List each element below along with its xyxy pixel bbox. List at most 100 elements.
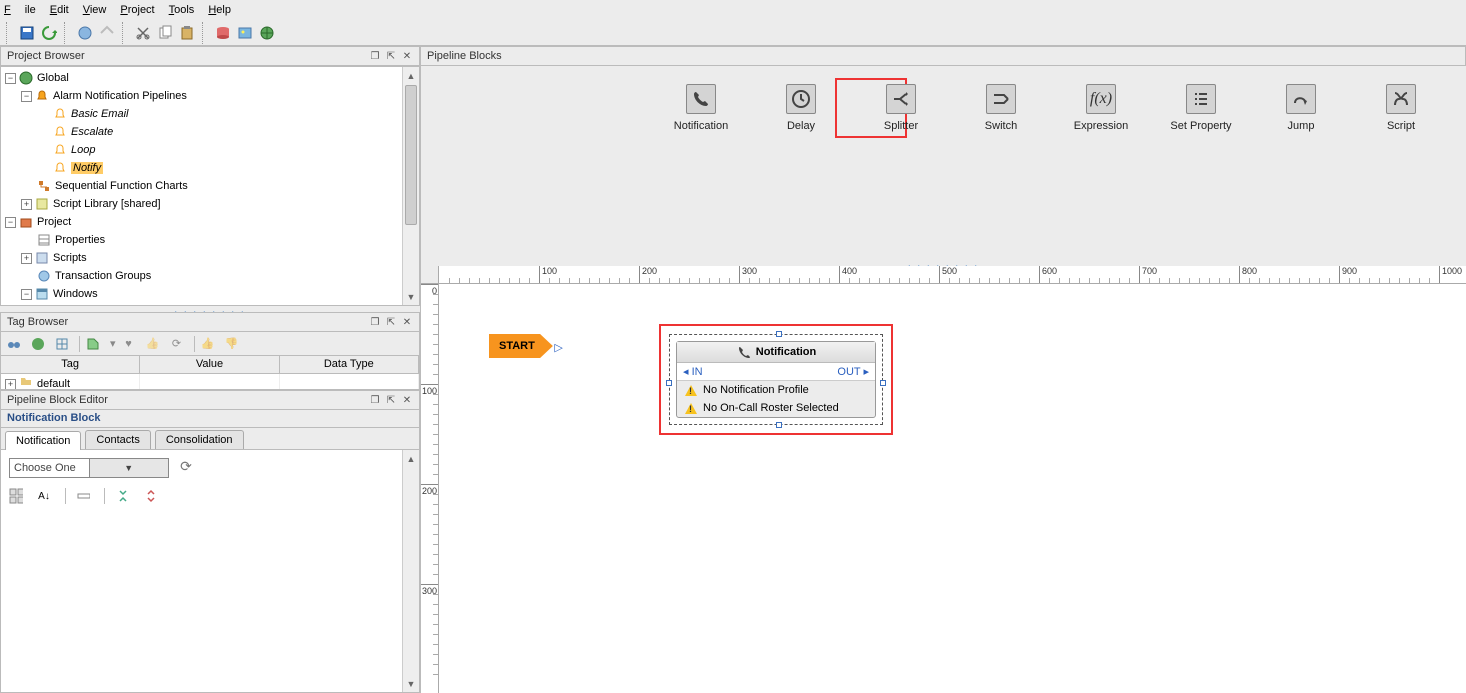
paste-icon[interactable] — [178, 24, 196, 42]
menu-help[interactable]: Help — [208, 4, 231, 16]
tree-node-escalate[interactable]: Escalate — [71, 126, 113, 138]
panel-restore-icon[interactable]: ❐ — [369, 394, 381, 406]
expand-all-icon[interactable] — [143, 489, 157, 503]
panel-restore-icon[interactable]: ❐ — [369, 316, 381, 328]
tree-node-project[interactable]: Project — [37, 216, 71, 228]
panel-close-icon[interactable]: ✕ — [401, 394, 413, 406]
globe-icon[interactable] — [31, 337, 45, 351]
tab-contacts[interactable]: Contacts — [85, 430, 150, 449]
tab-notification[interactable]: Notification — [5, 431, 81, 450]
profile-combo[interactable]: Choose One ▼ — [9, 458, 169, 478]
menu-file[interactable]: File — [4, 4, 36, 16]
scripts-icon — [35, 251, 49, 265]
panel-close-icon[interactable]: ✕ — [401, 50, 413, 62]
block-notification[interactable]: Notification — [666, 84, 736, 132]
thumbs-down-icon[interactable]: 👎 — [225, 337, 239, 351]
anchor-left[interactable] — [666, 380, 672, 386]
tree-node-sfc[interactable]: Sequential Function Charts — [55, 180, 188, 192]
menu-project[interactable]: Project — [120, 4, 154, 16]
block-delay[interactable]: Delay — [766, 84, 836, 132]
refresh-icon: ⟳ — [170, 337, 184, 351]
tree-collapse-icon[interactable]: − — [21, 91, 32, 102]
tag-browser-toolbar: ▾ ♥ 👍 ⟳ 👍 👎 — [0, 332, 420, 356]
block-jump[interactable]: Jump — [1266, 84, 1336, 132]
start-out-port[interactable]: ▷ — [554, 341, 562, 354]
expand-icon[interactable] — [76, 489, 90, 503]
block-set-property[interactable]: Set Property — [1166, 84, 1236, 132]
binoculars-icon[interactable] — [7, 337, 21, 351]
tree-collapse-icon[interactable]: − — [21, 289, 32, 300]
image-icon[interactable] — [236, 24, 254, 42]
start-block[interactable]: START ▷ — [489, 334, 553, 358]
ruler-horizontal: 1002003004005006007008009001000 — [439, 266, 1466, 284]
tag-add-icon[interactable] — [86, 337, 100, 351]
tag-default-label: default — [37, 378, 70, 389]
tree-node-tx-groups[interactable]: Transaction Groups — [55, 270, 151, 282]
project-browser-tree[interactable]: −Global −Alarm Notification Pipelines Ba… — [0, 66, 420, 306]
refresh-icon[interactable]: ⟳ — [180, 458, 192, 474]
preview-icon[interactable] — [76, 24, 94, 42]
grid-icon[interactable] — [55, 337, 69, 351]
script-icon — [35, 197, 49, 211]
design-canvas[interactable]: START ▷ Notificati — [439, 284, 1466, 693]
scroll-up-icon[interactable]: ▲ — [403, 450, 419, 467]
panel-restore-icon[interactable]: ❐ — [369, 50, 381, 62]
tree-expand-icon[interactable]: + — [21, 253, 32, 264]
block-script[interactable]: Script — [1366, 84, 1436, 132]
tree-node-loop[interactable]: Loop — [71, 144, 95, 156]
tree-node-global[interactable]: Global — [37, 72, 69, 84]
tree-expand-icon[interactable]: + — [21, 199, 32, 210]
tree-node-scripts[interactable]: Scripts — [53, 252, 87, 264]
tree-node-basic-email[interactable]: Basic Email — [71, 108, 128, 120]
panel-close-icon[interactable]: ✕ — [401, 316, 413, 328]
chevron-down-icon[interactable]: ▼ — [89, 459, 169, 477]
sort-az-icon[interactable]: A↓ — [37, 489, 51, 503]
collapse-all-icon[interactable] — [115, 489, 129, 503]
tree-node-notify[interactable]: Notify — [71, 162, 103, 174]
panel-pin-icon[interactable]: ⇱ — [385, 50, 397, 62]
col-datatype[interactable]: Data Type — [280, 356, 419, 373]
anchor-right[interactable] — [880, 380, 886, 386]
panel-pin-icon[interactable]: ⇱ — [385, 316, 397, 328]
in-port-label[interactable]: IN — [692, 366, 703, 378]
globe-icon[interactable] — [258, 24, 276, 42]
notification-block[interactable]: Notification ◂ IN OUT ▸ No Notification … — [676, 341, 876, 418]
menu-edit[interactable]: Edit — [50, 4, 69, 16]
thumbs-up-icon[interactable]: 👍 — [201, 337, 215, 351]
tag-table-row[interactable]: +default — [0, 374, 420, 390]
folder-icon — [19, 374, 33, 388]
anchor-bottom[interactable] — [776, 422, 782, 428]
block-expression[interactable]: f(x) Expression — [1066, 84, 1136, 132]
tree-scrollbar[interactable]: ▲ ▼ — [402, 67, 419, 305]
lock-icon[interactable] — [98, 24, 116, 42]
scroll-thumb[interactable] — [405, 85, 417, 225]
out-port-label[interactable]: OUT — [837, 366, 860, 378]
tree-node-script-shared[interactable]: Script Library [shared] — [53, 198, 161, 210]
db-icon[interactable] — [214, 24, 232, 42]
scroll-down-icon[interactable]: ▼ — [403, 675, 419, 692]
scroll-down-icon[interactable]: ▼ — [403, 288, 419, 305]
refresh-icon[interactable] — [40, 24, 58, 42]
copy-icon[interactable] — [156, 24, 174, 42]
tree-node-alarm-pipelines[interactable]: Alarm Notification Pipelines — [53, 90, 187, 102]
pbe-scrollbar[interactable]: ▲ ▼ — [402, 450, 419, 692]
scroll-up-icon[interactable]: ▲ — [403, 67, 419, 84]
phone-icon — [736, 345, 750, 359]
tree-collapse-icon[interactable]: − — [5, 73, 16, 84]
grid-icon[interactable] — [9, 489, 23, 503]
tree-node-windows[interactable]: Windows — [53, 288, 98, 300]
block-splitter[interactable]: Splitter — [866, 84, 936, 132]
cut-icon[interactable] — [134, 24, 152, 42]
block-palette: Notification Delay Splitter Switch f(x) … — [421, 66, 1466, 266]
menu-tools[interactable]: Tools — [169, 4, 195, 16]
block-switch[interactable]: Switch — [966, 84, 1036, 132]
tree-collapse-icon[interactable]: − — [5, 217, 16, 228]
menu-view[interactable]: View — [83, 4, 107, 16]
col-tag[interactable]: Tag — [1, 356, 140, 373]
tab-consolidation[interactable]: Consolidation — [155, 430, 244, 449]
panel-pin-icon[interactable]: ⇱ — [385, 394, 397, 406]
save-icon[interactable] — [18, 24, 36, 42]
col-value[interactable]: Value — [140, 356, 279, 373]
anchor-top[interactable] — [776, 331, 782, 337]
tree-node-properties[interactable]: Properties — [55, 234, 105, 246]
